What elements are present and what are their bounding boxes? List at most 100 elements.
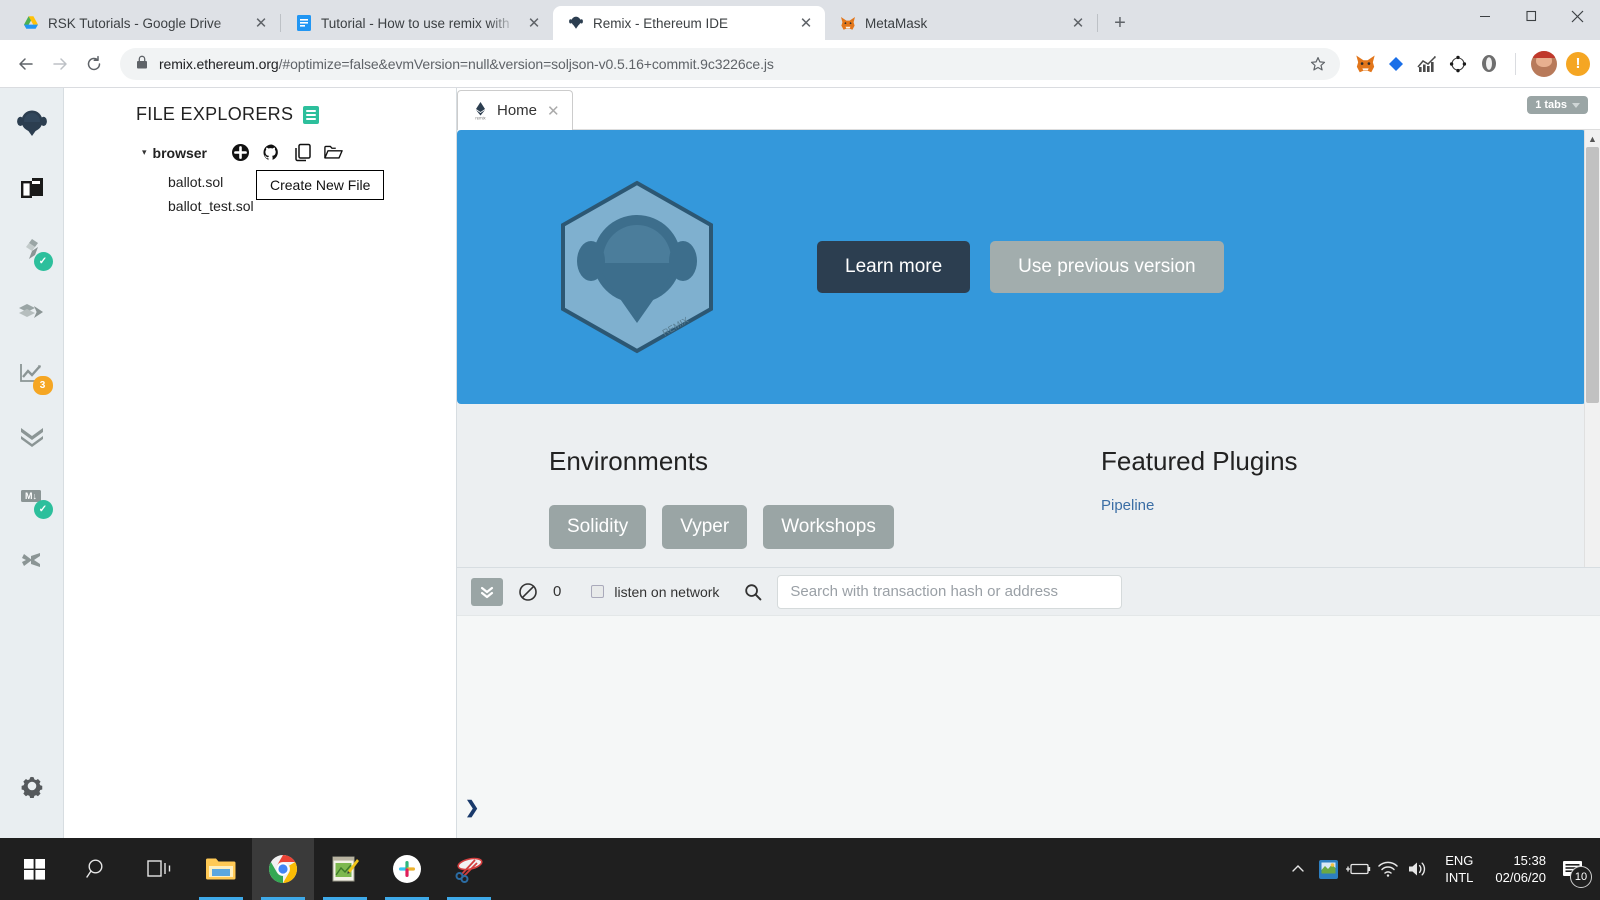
forward-icon[interactable] [44,48,76,80]
update-alert-icon[interactable]: ! [1566,51,1590,76]
language-indicator[interactable]: ENG INTL [1433,852,1485,886]
learn-more-button[interactable]: Learn more [817,241,971,293]
gear-icon[interactable] [12,766,52,806]
clock[interactable]: 15:38 02/06/20 [1485,852,1556,886]
browser-tab-title: RSK Tutorials - Google Drive [48,15,222,31]
metamask-extension-icon[interactable] [1354,53,1376,75]
connect-github-icon[interactable] [262,143,281,162]
search-taskbar-icon[interactable] [66,838,128,900]
volume-icon[interactable] [1403,838,1433,900]
terminal-prompt[interactable]: ❯ [465,798,479,818]
listen-on-network-label: listen on network [614,583,720,600]
analytics-extension-icon[interactable] [1416,53,1438,75]
close-icon[interactable]: ✕ [525,14,543,32]
browser-tab-1[interactable]: Tutorial - How to use remix with ✕ [281,6,553,40]
system-tray: ENG INTL 15:38 02/06/20 10 [1283,838,1600,900]
notepad-taskbar-icon[interactable] [314,838,376,900]
intel-graphics-icon[interactable] [1313,838,1343,900]
use-previous-version-button[interactable]: Use previous version [990,241,1224,293]
copy-files-icon[interactable] [293,143,312,162]
chevron-double-down-icon[interactable] [471,577,503,606]
deploy-run-icon[interactable] [12,292,52,332]
hero-buttons: Learn more Use previous version [817,241,1224,293]
plugin-manager-icon[interactable] [12,540,52,580]
tree-root-row[interactable]: ▾ browser [64,143,456,162]
docs-icon[interactable] [303,105,320,124]
search-input[interactable] [777,574,1123,609]
address-bar[interactable]: remix.ethereum.org/#optimize=false&evmVe… [120,47,1340,80]
tray-chevron-icon[interactable] [1283,838,1313,900]
listen-on-network-checkbox[interactable]: listen on network [591,584,719,600]
slack-taskbar-icon[interactable] [376,838,438,900]
remix-tab-icon: remix [472,101,489,120]
create-new-file-icon[interactable] [231,143,250,162]
analysis-icon[interactable]: 3 [12,354,53,395]
analysis-count-badge: 3 [32,376,53,395]
file-explorer-taskbar-icon[interactable] [190,838,252,900]
start-button-icon[interactable] [4,838,66,900]
tab-separator [1097,14,1098,32]
maximize-icon[interactable] [1508,0,1554,32]
tabs-count-badge[interactable]: 1 tabs [1527,96,1588,114]
browser-tab-title: Tutorial - How to use remix with [321,15,510,31]
close-icon[interactable]: ✕ [252,14,270,32]
editor-tab-label: Home [497,102,538,119]
close-window-icon[interactable] [1554,0,1600,32]
chevron-down-icon [1572,102,1580,108]
featured-plugins-title: Featured Plugins [1101,446,1298,476]
browser-tab-title: MetaMask [865,15,928,31]
back-icon[interactable] [10,48,42,80]
avatar[interactable] [1531,50,1557,77]
snipping-tool-taskbar-icon[interactable] [438,838,500,900]
browser-tab-0[interactable]: RSK Tutorials - Google Drive ✕ [8,6,280,40]
file-explorers-title: FILE EXPLORERS [136,104,294,124]
open-folder-icon[interactable] [324,143,343,162]
env-button-solidity[interactable]: Solidity [549,505,647,549]
ethereum-extension-icon[interactable] [1447,53,1469,75]
browser-tab-3[interactable]: MetaMask ✕ [825,6,1097,40]
bookmark-star-icon[interactable] [1308,54,1328,74]
chevron-down-icon[interactable]: ▾ [142,147,147,158]
solidity-compiler-icon[interactable]: ✓ [12,230,53,271]
env-button-workshops[interactable]: Workshops [763,505,894,549]
tree-actions [231,143,343,162]
close-icon[interactable]: ✕ [797,14,815,32]
debugger-icon[interactable] [12,416,52,456]
close-icon[interactable]: ✕ [1069,14,1087,32]
action-center-icon[interactable]: 10 [1560,856,1592,888]
reload-icon[interactable] [78,48,110,80]
featured-plugins-section: Featured Plugins Pipeline [1009,446,1298,549]
scroll-up-icon[interactable]: ▲ [1585,130,1600,147]
minimize-icon[interactable] [1462,0,1508,32]
status-check-badge: ✓ [33,252,53,271]
tabs-count-label: 1 tabs [1535,99,1567,111]
checkbox-box[interactable] [591,585,605,598]
toolbar-divider [1515,52,1516,75]
battery-charging-icon[interactable] [1343,838,1373,900]
file-explorers-icon[interactable] [12,168,52,208]
browser-tab-2[interactable]: Remix - Ethereum IDE ✕ [553,6,825,40]
clock-date: 02/06/20 [1495,870,1546,885]
terminal-toolbar: 0 listen on network [457,568,1600,616]
remix-home-icon[interactable] [12,106,52,146]
diamond-extension-icon[interactable] [1385,53,1407,75]
hero-banner: REMIX Learn more Use previous version [457,130,1586,404]
tree-root-label: browser [152,144,207,161]
scrollbar-thumb[interactable] [1586,147,1599,403]
new-tab-button[interactable]: + [1106,9,1134,37]
windows-taskbar: ENG INTL 15:38 02/06/20 10 [0,838,1600,900]
opera-extension-icon[interactable] [1478,53,1500,75]
env-button-vyper[interactable]: Vyper [662,505,748,549]
notification-count-badge: 10 [1570,866,1592,888]
ban-circle-icon[interactable] [517,581,539,603]
chrome-taskbar-icon[interactable] [252,838,314,900]
editor-tab-home[interactable]: remix Home ✕ [457,90,573,130]
close-icon[interactable]: ✕ [547,102,560,120]
svg-text:M↓: M↓ [25,491,37,501]
task-view-icon[interactable] [128,838,190,900]
main-editor-area: remix Home ✕ 1 tabs REMIX Learn more Use… [456,88,1600,838]
plugin-link-pipeline[interactable]: Pipeline [1101,497,1298,514]
markdown-docs-icon[interactable]: M↓ ✓ [12,478,53,519]
browser-toolbar: remix.ethereum.org/#optimize=false&evmVe… [0,40,1600,88]
wifi-icon[interactable] [1373,838,1403,900]
